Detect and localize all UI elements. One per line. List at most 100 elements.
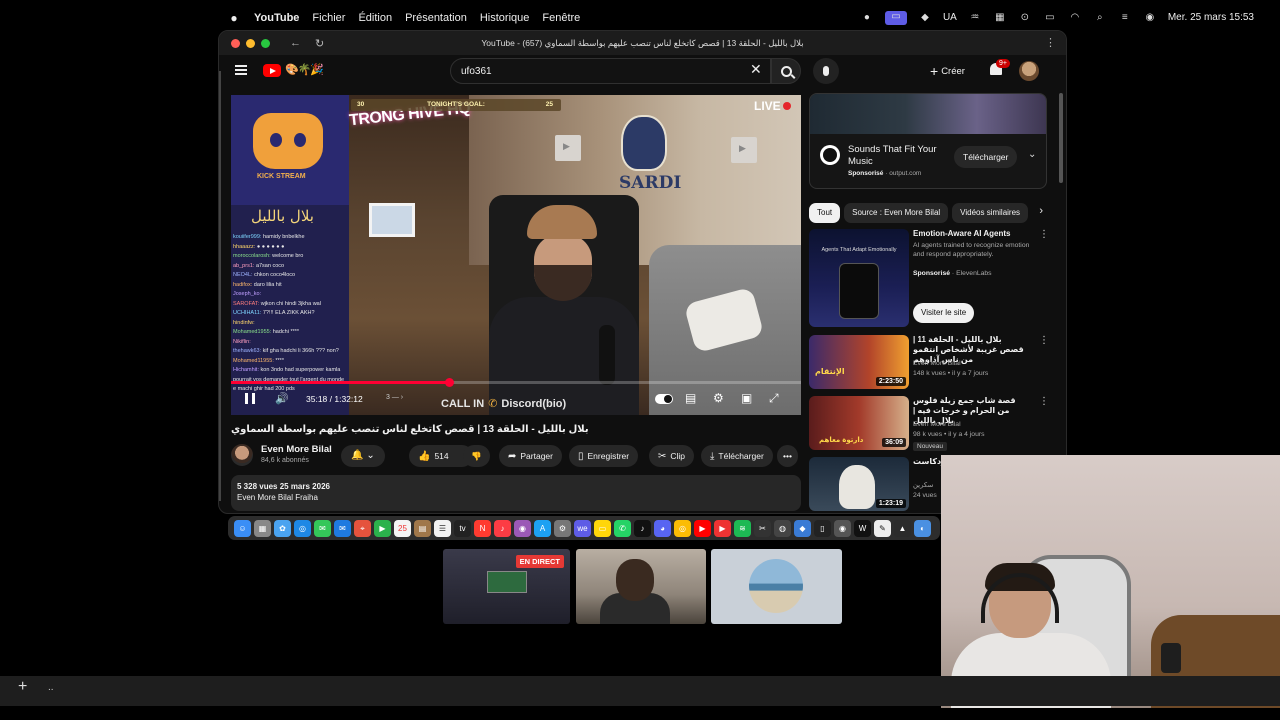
capcut-icon[interactable]: ✂: [754, 519, 771, 537]
video-player[interactable]: KICK STREAM بلال بالليل kouiifer999: ham…: [231, 95, 801, 415]
spotify-icon[interactable]: ≋: [734, 519, 751, 537]
app-store-icon[interactable]: A: [534, 519, 551, 537]
close-window-button[interactable]: [231, 38, 240, 48]
mail-icon[interactable]: ✉: [334, 519, 351, 537]
subtitles-icon[interactable]: ▤: [685, 391, 696, 405]
menu-edition[interactable]: Édition: [358, 12, 392, 24]
news-icon[interactable]: N: [474, 519, 491, 537]
facetime-icon[interactable]: ▶: [374, 519, 391, 537]
podcasts-icon[interactable]: ◉: [514, 519, 531, 537]
spotlight-search-icon[interactable]: ⌕: [1093, 12, 1107, 24]
chip-source[interactable]: Source : Even More Bilal: [844, 203, 949, 223]
mission-control-window-camera[interactable]: [576, 549, 706, 624]
recommendation-item[interactable]: دارتوة معاهم 36:09 قصة شاب جمع زيلة فلوس…: [809, 396, 1049, 452]
apple-menu-icon[interactable]: ●: [226, 11, 242, 25]
record-indicator-icon[interactable]: ●: [860, 12, 874, 24]
rec-channel[interactable]: Even More Bilal: [913, 359, 1033, 368]
account-avatar[interactable]: [1019, 61, 1039, 81]
chip-all[interactable]: Tout: [809, 203, 841, 223]
sidebar-scrollbar[interactable]: [1059, 93, 1063, 183]
save-button[interactable]: ▯ Enregistrer: [569, 445, 639, 467]
ad-title[interactable]: Sounds That Fit Your Music: [848, 144, 948, 168]
more-options-icon[interactable]: ⋮: [1039, 229, 1049, 240]
we-app-icon[interactable]: we: [574, 519, 591, 537]
menu-historique[interactable]: Historique: [480, 12, 530, 24]
search-button[interactable]: [771, 58, 801, 84]
sponsored-ad-card[interactable]: Sounds That Fit Your Music Sponsorisé · …: [809, 93, 1047, 189]
system-settings-icon[interactable]: ⚙: [554, 519, 571, 537]
youtube-doodle-icon[interactable]: 🎨🌴🎉: [285, 63, 324, 76]
w-app-icon[interactable]: W: [854, 519, 871, 537]
clear-search-icon[interactable]: ✕: [750, 61, 762, 78]
fullscreen-icon[interactable]: ⤢: [769, 391, 779, 406]
tiktok-icon[interactable]: ♪: [634, 519, 651, 537]
chapter-indicator-icon[interactable]: 3 — ›: [386, 394, 403, 401]
volume-icon[interactable]: 🔊: [275, 392, 289, 405]
video-thumbnail[interactable]: 1:23:19: [809, 457, 909, 511]
calendar-icon[interactable]: 25: [394, 519, 411, 537]
menu-fenetre[interactable]: Fenêtre: [542, 12, 580, 24]
music-icon[interactable]: ♪: [494, 519, 511, 537]
chrome-icon[interactable]: ◎: [674, 519, 691, 537]
recommendation-item[interactable]: الإنتقام 2:23:50 بلال بالليل - الحلقة 11…: [809, 335, 1049, 391]
sponsored-recommendation[interactable]: Agents That Adapt Emotionally Emotion-Aw…: [809, 229, 1049, 329]
voice-search-button[interactable]: [813, 58, 839, 84]
screen-share-icon[interactable]: ▭: [884, 10, 907, 25]
dislike-button[interactable]: 👎: [463, 445, 490, 467]
add-icon[interactable]: +: [18, 678, 27, 696]
back-arrow-icon[interactable]: ←: [290, 37, 301, 49]
clip-button[interactable]: ✂ Clip: [649, 445, 695, 467]
input-language-indicator[interactable]: UA: [943, 12, 957, 23]
rec-channel[interactable]: Even More Bilal: [913, 420, 1033, 429]
autoplay-toggle[interactable]: [655, 394, 673, 404]
chip-similar[interactable]: Vidéos similaires: [952, 203, 1029, 223]
download-button[interactable]: ⤓ Télécharger: [701, 445, 773, 467]
launchpad-icon[interactable]: ▦: [254, 519, 271, 537]
menubar-clock[interactable]: Mer. 25 mars 15:53: [1168, 12, 1254, 23]
menu-fichier[interactable]: Fichier: [312, 12, 345, 24]
ad-thumbnail[interactable]: Agents That Adapt Emotionally: [809, 229, 909, 327]
whatsapp-icon[interactable]: ✆: [614, 519, 631, 537]
phone-mirror-icon[interactable]: ▯: [814, 519, 831, 537]
miniplayer-icon[interactable]: ▣: [741, 391, 752, 405]
visit-site-button[interactable]: Visiter le site: [913, 303, 975, 323]
hamburger-menu-icon[interactable]: [235, 65, 247, 75]
safari-icon[interactable]: ◎: [294, 519, 311, 537]
battery-icon[interactable]: ▭: [1043, 12, 1057, 24]
youtube-icon[interactable]: ▶: [694, 519, 711, 537]
video-thumbnail[interactable]: الإنتقام 2:23:50: [809, 335, 909, 389]
affinity-icon[interactable]: ▲: [894, 519, 911, 537]
minimize-window-button[interactable]: [246, 38, 255, 48]
stickies-icon[interactable]: ▭: [594, 519, 611, 537]
grid-status-icon[interactable]: ▦: [993, 12, 1007, 24]
finder-icon[interactable]: ☺: [234, 519, 251, 537]
share-button[interactable]: ➦ Partager: [499, 445, 562, 467]
settings-gear-icon[interactable]: ⚙: [713, 391, 724, 405]
app-status-icon[interactable]: ♒: [968, 12, 982, 24]
app-menu[interactable]: YouTube: [254, 12, 299, 24]
chevron-down-icon[interactable]: ⌄: [1028, 149, 1036, 160]
youtube-logo-icon[interactable]: [263, 64, 281, 77]
siri-icon[interactable]: ◉: [1143, 12, 1157, 24]
reminders-icon[interactable]: ☰: [434, 519, 451, 537]
final-cut-icon[interactable]: ✎: [874, 519, 891, 537]
search-input[interactable]: ufo361: [450, 58, 771, 84]
photos-icon[interactable]: ✿: [274, 519, 291, 537]
screen-recorder-icon[interactable]: ◉: [834, 519, 851, 537]
reload-icon[interactable]: ↻: [315, 37, 324, 50]
mission-control-window-live[interactable]: EN DIRECT: [443, 549, 570, 624]
more-actions-button[interactable]: •••: [777, 445, 798, 467]
misc-app-icon[interactable]: ◐: [914, 519, 931, 537]
apple-tv-icon[interactable]: tv: [454, 519, 471, 537]
messages-icon[interactable]: ✉: [314, 519, 331, 537]
channel-avatar[interactable]: [231, 444, 253, 466]
display-icon[interactable]: ◆: [918, 12, 932, 24]
utility-icon[interactable]: ◆: [794, 519, 811, 537]
play-status-icon[interactable]: ⊙: [1018, 12, 1032, 24]
maps-icon[interactable]: ⌖: [354, 519, 371, 537]
control-center-icon[interactable]: ≡: [1118, 12, 1132, 24]
video-thumbnail[interactable]: دارتوة معاهم 36:09: [809, 396, 909, 450]
channel-name[interactable]: Even More Bilal: [261, 444, 332, 455]
menu-presentation[interactable]: Présentation: [405, 12, 467, 24]
obs-icon[interactable]: ◍: [774, 519, 791, 537]
